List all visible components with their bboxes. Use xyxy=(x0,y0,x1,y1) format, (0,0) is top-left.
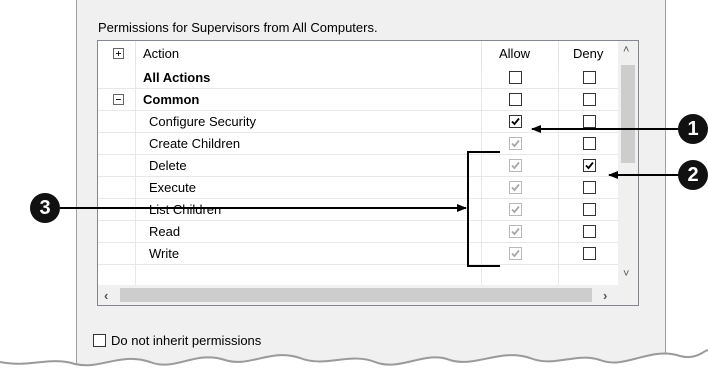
callout-3-badge: 3 xyxy=(30,193,60,223)
annotation-overlay xyxy=(60,125,681,267)
callout-1-badge: 1 xyxy=(678,114,708,144)
callout-2-badge: 2 xyxy=(678,160,708,190)
callout-3-bracket xyxy=(467,151,500,267)
